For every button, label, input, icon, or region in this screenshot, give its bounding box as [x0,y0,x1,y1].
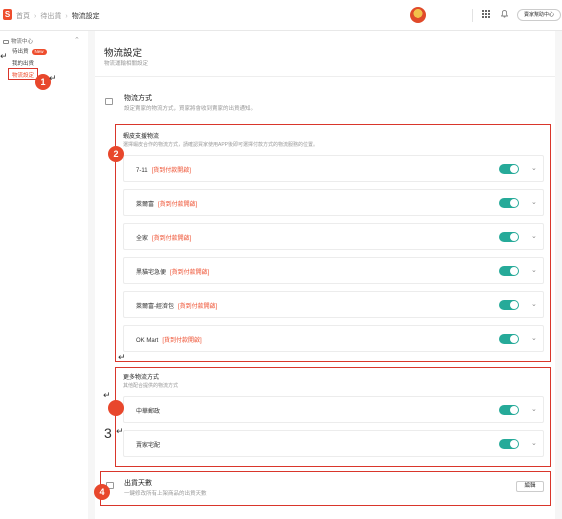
sidebar-item-my-shipments[interactable]: 我的出貨 [12,59,34,67]
calendar-icon [105,98,113,105]
shipping-methods-title: 物流方式 [124,95,152,102]
annotation-marker-3: 3 [104,425,112,441]
shop-avatar[interactable] [410,7,426,23]
return-mark: ↵ [116,427,124,437]
topbar-divider [472,9,473,22]
top-bar: S 首頁 › 待出貨 › 物流設定 賣家幫助中心 [0,0,562,31]
sidebar-item-label: 待出貨 [12,49,29,55]
annotation-marker-3-dot [108,400,124,416]
apps-grid-icon[interactable] [482,10,490,18]
return-mark: ↵ [118,353,126,363]
annotation-marker-4: 4 [94,484,110,500]
bell-icon[interactable] [501,10,508,18]
sidebar: 物流中心 ⌃ 待出貨 New 我的出貨 物流設定 [0,31,88,519]
seller-help-center-button[interactable]: 賣家幫助中心 [517,9,561,21]
breadcrumb-separator-icon: › [65,13,68,20]
sidebar-section-logistics[interactable]: 物流中心 [3,37,33,45]
breadcrumb-to-ship[interactable]: 待出貨 [40,13,61,20]
sidebar-section-label: 物流中心 [11,39,34,45]
shipping-methods-description: 設定賣家的物流方式，買家將會收到賣家的出貨通知。 [124,106,257,112]
return-mark: ↵ [103,391,111,401]
page-title: 物流設定 [104,48,143,59]
return-mark: ↵ [49,74,57,84]
annotation-marker-2: 2 [108,146,124,162]
annotation-box-2 [115,124,551,362]
annotation-box-1 [8,68,38,80]
truck-icon [3,39,9,44]
breadcrumb-separator-icon: › [34,13,37,20]
divider [95,76,555,77]
breadcrumb-current: 物流設定 [71,13,100,20]
annotation-box-4 [100,471,551,506]
sidebar-item-to-ship[interactable]: 待出貨 New [12,47,47,55]
breadcrumb: 首頁 › 待出貨 › 物流設定 [16,11,100,21]
return-mark: ↵ [0,52,8,62]
page-subtitle: 物流運輸相關設定 [104,61,149,67]
new-badge: New [31,48,47,55]
shopee-logo[interactable]: S [3,9,12,20]
chevron-up-icon[interactable]: ⌃ [74,36,80,44]
breadcrumb-home[interactable]: 首頁 [16,13,30,20]
annotation-box-3 [115,367,551,467]
